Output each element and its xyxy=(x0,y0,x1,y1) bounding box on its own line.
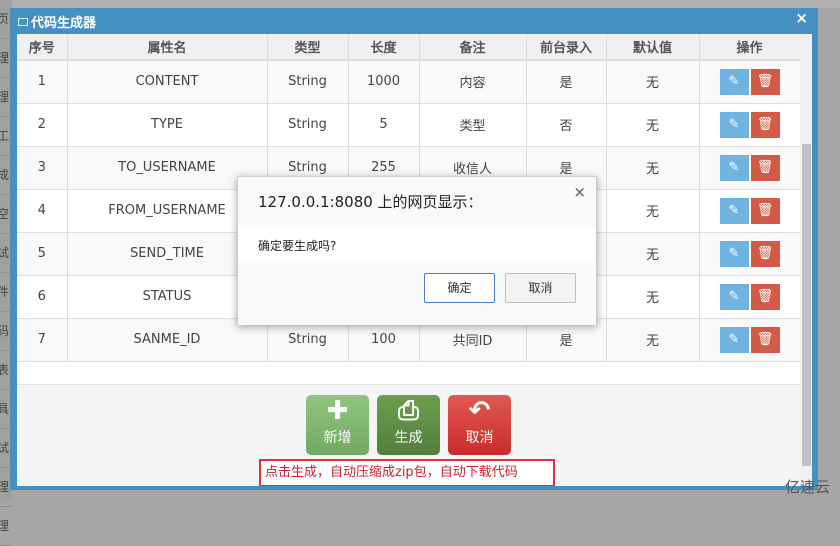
window-icon xyxy=(18,17,28,26)
modal-title: 代码生成器 xyxy=(18,12,96,31)
sidebar-item[interactable]: 理 xyxy=(0,507,12,546)
watermark-logo: 亿速云 xyxy=(784,478,830,496)
table-row: 1 CONTENT String 1000 内容是无 ✎ 🗑 xyxy=(17,60,801,104)
delete-button[interactable]: 🗑 xyxy=(750,283,780,310)
table-cell: 无 xyxy=(606,232,700,276)
table-cell: 1 xyxy=(17,60,68,104)
table-cell: String xyxy=(267,103,349,147)
table-row: 2 TYPE String 5 类型否无 ✎ 🗑 xyxy=(17,103,801,147)
edit-button[interactable]: ✎ xyxy=(719,111,749,138)
table-cell: 否 xyxy=(526,103,607,147)
table-cell: 是 xyxy=(526,60,607,104)
delete-button[interactable]: 🗑 xyxy=(750,197,780,224)
table-cell: 无 xyxy=(606,146,700,190)
column-header: 默认值 xyxy=(606,34,700,61)
table-cell: 6 xyxy=(17,275,68,319)
add-button[interactable]: ✚ 新增 xyxy=(306,395,369,455)
table-cell: 无 xyxy=(606,275,700,319)
table-cell: 5 xyxy=(17,232,68,276)
cancel-label: 取消 xyxy=(465,430,494,446)
edit-button[interactable]: ✎ xyxy=(719,154,749,181)
background-top-bar xyxy=(12,0,840,8)
edit-button[interactable]: ✎ xyxy=(719,68,749,95)
dialog-footer: 确定 取消 xyxy=(238,263,596,325)
dialog-ok-button[interactable]: 确定 xyxy=(424,273,495,303)
column-header: 操作 xyxy=(699,34,801,61)
footer-actions: ✚ 新增 ⎙ 生成 ↶ 取消 点击生成，自动压缩成zip包，自动下载代码 xyxy=(17,384,800,486)
plus-icon: ✚ xyxy=(326,396,349,426)
scrollbar-thumb[interactable] xyxy=(802,144,811,466)
table-cell: 5 xyxy=(348,103,420,147)
actions-cell: ✎ 🗑 xyxy=(699,60,801,104)
table-cell: 类型 xyxy=(419,103,527,147)
edit-button[interactable]: ✎ xyxy=(719,283,749,310)
column-header: 类型 xyxy=(267,34,349,61)
actions-cell: ✎ 🗑 xyxy=(699,146,801,190)
delete-button[interactable]: 🗑 xyxy=(750,240,780,267)
undo-icon: ↶ xyxy=(468,396,491,426)
table-cell: 无 xyxy=(606,189,700,233)
delete-button[interactable]: 🗑 xyxy=(750,68,780,95)
scrollbar[interactable] xyxy=(800,34,812,486)
cancel-button[interactable]: ↶ 取消 xyxy=(448,395,511,455)
actions-cell: ✎ 🗑 xyxy=(699,232,801,276)
table-cell: 3 xyxy=(17,146,68,190)
generate-label: 生成 xyxy=(394,430,423,446)
modal-title-text: 代码生成器 xyxy=(31,16,97,31)
dialog-title: 127.0.0.1:8080 上的网页显示： xyxy=(238,177,596,227)
add-label: 新增 xyxy=(323,430,352,446)
actions-cell: ✎ 🗑 xyxy=(699,103,801,147)
print-icon: ⎙ xyxy=(398,396,419,426)
column-header: 长度 xyxy=(348,34,420,61)
table-cell: 无 xyxy=(606,103,700,147)
table-cell: String xyxy=(267,60,349,104)
actions-cell: ✎ 🗑 xyxy=(699,189,801,233)
table-cell: 无 xyxy=(606,318,700,362)
delete-button[interactable]: 🗑 xyxy=(750,326,780,353)
column-header: 序号 xyxy=(17,34,68,61)
table-cell: TYPE xyxy=(67,103,268,147)
table-cell: 无 xyxy=(606,60,700,104)
annotation-note: 点击生成，自动压缩成zip包，自动下载代码 xyxy=(259,459,555,486)
actions-cell: ✎ 🗑 xyxy=(699,275,801,319)
edit-button[interactable]: ✎ xyxy=(719,326,749,353)
column-header: 属性名 xyxy=(67,34,268,61)
actions-cell: ✎ 🗑 xyxy=(699,318,801,362)
column-header: 备注 xyxy=(419,34,527,61)
delete-button[interactable]: 🗑 xyxy=(750,111,780,138)
table-cell: 4 xyxy=(17,189,68,233)
column-header: 前台录入 xyxy=(526,34,607,61)
table-cell: 7 xyxy=(17,318,68,362)
dialog-cancel-button[interactable]: 取消 xyxy=(505,273,576,303)
table-cell: 内容 xyxy=(419,60,527,104)
dialog-close-icon[interactable]: × xyxy=(573,183,586,201)
modal-close-button[interactable]: × xyxy=(795,9,808,27)
edit-button[interactable]: ✎ xyxy=(719,197,749,224)
table-cell: 1000 xyxy=(348,60,420,104)
table-cell: CONTENT xyxy=(67,60,268,104)
delete-button[interactable]: 🗑 xyxy=(750,154,780,181)
generate-button[interactable]: ⎙ 生成 xyxy=(377,395,440,455)
table-cell: 2 xyxy=(17,103,68,147)
edit-button[interactable]: ✎ xyxy=(719,240,749,267)
confirm-dialog: 127.0.0.1:8080 上的网页显示： × 确定要生成吗? 确定 取消 xyxy=(237,176,597,325)
